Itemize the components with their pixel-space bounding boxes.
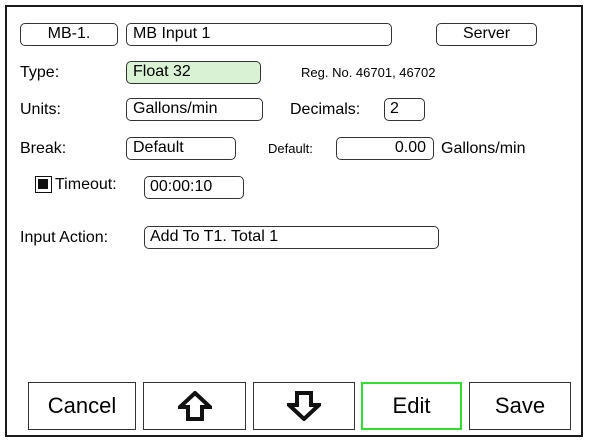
move-up-button[interactable] [143,382,246,430]
save-button-label: Save [494,393,546,418]
type-field[interactable]: Float 32 [126,61,261,84]
input-action-field[interactable]: Add To T1. Total 1 [144,226,439,249]
move-down-button[interactable] [253,382,355,430]
save-button[interactable]: Save [469,382,571,430]
cancel-button-label: Cancel [47,393,117,418]
channel-button[interactable]: MB-1. [20,23,118,46]
break-field[interactable]: Default [126,137,236,160]
input-name-field[interactable]: MB Input 1 [126,23,392,46]
timeout-checkbox[interactable] [35,176,52,193]
type-label: Type: [20,64,60,81]
register-number-text: Reg. No. 46701, 46702 [301,65,436,80]
break-label: Break: [20,140,67,157]
units-field[interactable]: Gallons/min [126,98,263,121]
default-value-field[interactable]: 0.00 [336,137,434,160]
edit-button[interactable]: Edit [361,382,462,430]
config-panel [5,5,583,437]
decimals-label: Decimals: [290,101,361,118]
arrow-up-icon [177,391,212,421]
default-label: Default: [268,141,313,156]
edit-button-label: Edit [392,393,431,418]
timeout-label: Timeout: [55,176,117,193]
cancel-button[interactable]: Cancel [28,382,136,430]
input-action-label: Input Action: [20,229,109,246]
units-label: Units: [20,101,61,118]
server-button[interactable]: Server [436,23,537,46]
timeout-field[interactable]: 00:00:10 [144,176,244,199]
arrow-down-icon [287,391,321,421]
checkbox-checked-icon [38,179,48,189]
default-units-text: Gallons/min [441,140,526,157]
decimals-field[interactable]: 2 [384,98,425,121]
